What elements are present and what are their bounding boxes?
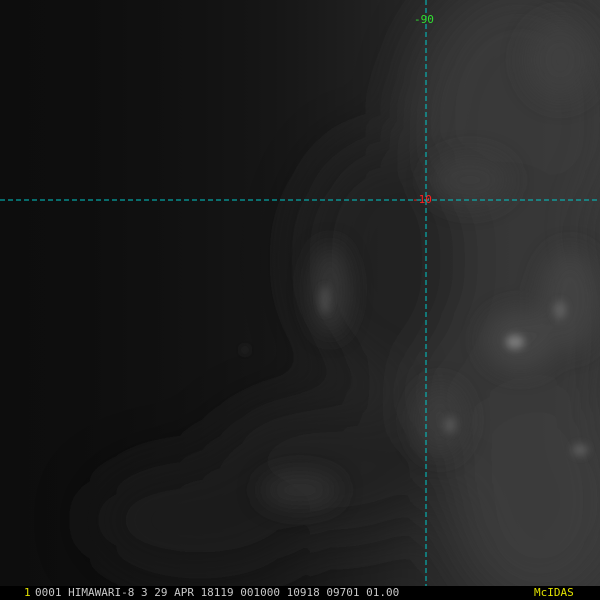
mcidas-brand: McIDAS: [534, 586, 574, 599]
status-bar: 1 0001 HIMAWARI-8 3 29 APR 18119 001000 …: [0, 586, 600, 600]
image-header-text: 0001 HIMAWARI-8 3 29 APR 18119 001000 10…: [35, 586, 400, 599]
satellite-viewer: -90 -10 1 0001 HIMAWARI-8 3 29 APR 18119…: [0, 0, 600, 600]
latitude-label: -10: [412, 193, 432, 206]
satellite-image: [0, 0, 600, 586]
longitude-label: -90: [414, 13, 434, 26]
frame-number: 1: [24, 586, 31, 599]
